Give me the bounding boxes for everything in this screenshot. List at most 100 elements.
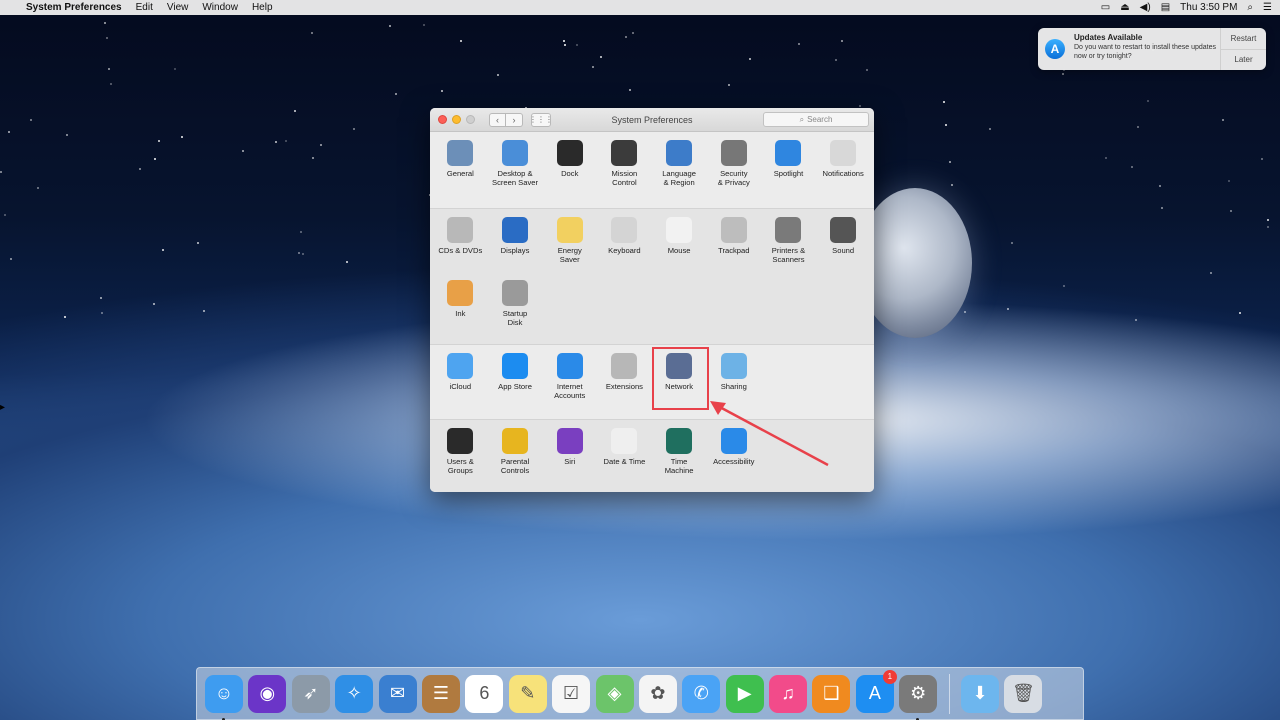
mouse-icon [666,217,693,243]
itunes-icon[interactable]: ♫ [769,674,808,713]
pane-sharing[interactable]: Sharing [706,351,761,413]
pane-desktop[interactable]: Desktop & Screen Saver [488,138,543,200]
pane-sound[interactable]: Sound [816,215,871,277]
pane-general[interactable]: General [433,138,488,200]
eject-icon[interactable]: ⏏ [1120,2,1129,13]
dock-glyph: A [868,683,881,703]
dock-glyph: ☰ [432,683,450,703]
star [106,37,108,39]
pane-notifications[interactable]: Notifications [816,138,871,200]
pane-keyboard[interactable]: Keyboard [597,215,652,277]
facetime-icon[interactable]: ▶ [725,674,764,713]
pane-displays[interactable]: Displays [488,215,543,277]
pane-app-store[interactable]: App Store [488,351,543,413]
pane-label: Startup Disk [502,308,528,327]
pane-network[interactable]: Network [652,351,707,413]
reminders-icon[interactable]: ☑ [552,674,591,713]
pane-section: iCloud App Store Internet Accounts Extensio… [430,345,874,420]
messages-icon[interactable]: ✆ [682,674,721,713]
star [600,56,602,58]
star [798,43,800,45]
calendar-icon[interactable]: 6 [465,674,504,713]
trash-icon[interactable]: 🗑 [1004,674,1043,713]
pane-language[interactable]: Language & Region [652,138,707,200]
pane-spotlight[interactable]: Spotlight [761,138,816,200]
star [592,66,594,68]
search-input[interactable]: ⌕ Search [763,112,869,127]
menu-edit[interactable]: Edit [136,2,153,13]
maps-icon[interactable]: ◈ [595,674,634,713]
star [564,44,566,46]
finder-icon[interactable]: ☺ [205,674,243,720]
launchpad-icon[interactable]: ➶ [291,674,330,713]
pane-startup-disk[interactable]: Startup Disk [488,278,543,340]
menu-app-name[interactable]: System Preferences [26,2,122,13]
pane-dock[interactable]: Dock [542,138,597,200]
later-button[interactable]: Later [1221,48,1266,71]
star [841,40,843,42]
notes-icon[interactable]: ✎ [508,674,547,713]
contacts-icon[interactable]: ☰ [421,674,460,713]
siri-icon[interactable]: ◉ [248,674,287,713]
star [964,311,966,313]
updates-notification[interactable]: A Updates Available Do you want to resta… [1038,28,1266,70]
input-source-flag-icon[interactable]: ▤ [1161,2,1170,13]
pane-energy-saver[interactable]: Energy Saver [542,215,597,277]
pane-cd[interactable]: CDs & DVDs [433,215,488,277]
back-button[interactable]: ‹ [489,112,506,127]
menu-view[interactable]: View [167,2,189,13]
pane-printer[interactable]: Printers & Scanners [761,215,816,277]
pane-siri[interactable]: Siri [542,426,597,488]
ibooks-icon[interactable]: ❑ [812,674,851,713]
safari-icon[interactable]: ✧ [335,674,374,713]
pane-label: Date & Time [603,457,646,466]
volume-icon[interactable]: ◀) [1140,2,1151,13]
notification-title: Updates Available [1074,33,1143,42]
startup-disk-icon [502,279,529,306]
pane-icloud[interactable]: iCloud [433,351,488,413]
pane-internet-accounts[interactable]: Internet Accounts [542,351,597,413]
pane-label: General [446,169,474,178]
pane-users[interactable]: Users & Groups [433,426,488,488]
pane-ink[interactable]: Ink [433,278,488,340]
star [285,140,287,142]
star [30,119,32,121]
photos-icon[interactable]: ✿ [638,674,677,713]
menu-window[interactable]: Window [202,2,238,13]
pane-extensions[interactable]: Extensions [597,351,652,413]
show-all-button[interactable]: ⋮⋮⋮ [529,112,553,127]
menu-clock[interactable]: Thu 3:50 PM [1180,2,1237,13]
spotlight-menu-icon[interactable]: ⌕ [1247,2,1253,13]
system-preferences-icon[interactable]: ⚙ [899,674,938,720]
pane-mouse[interactable]: Mouse [652,215,707,277]
menu-help[interactable]: Help [252,2,273,13]
airplay-icon[interactable]: ▭ [1101,2,1110,13]
forward-button[interactable]: › [506,112,523,127]
app-store-icon[interactable]: A1 [855,669,897,713]
desktop-icon [502,140,529,166]
extensions-icon [611,353,638,379]
security-icon [720,140,747,166]
pane-accessibility[interactable]: Accessibility [706,426,761,488]
pane-label: Displays [500,246,530,255]
pane-mission-control[interactable]: Mission Control [597,138,652,200]
downloads-folder-icon[interactable]: ⬇ [961,674,1000,713]
pane-security[interactable]: Security & Privacy [706,138,761,200]
restart-button[interactable]: Restart [1221,28,1266,49]
notification-center-icon[interactable]: ☰ [1263,2,1272,13]
minimize-button[interactable] [452,115,461,124]
pane-time-machine[interactable]: Time Machine [652,426,707,488]
pane-date-time[interactable]: Date & Time [597,426,652,488]
star [300,231,302,233]
star [1007,308,1009,310]
mail-icon[interactable]: ✉ [378,674,417,713]
pane-parental-controls[interactable]: Parental Controls [488,426,543,488]
zoom-button[interactable] [466,115,475,124]
star [1105,157,1107,159]
app-store-badge: 1 [882,669,897,684]
dock-glyph: ◉ [259,683,276,703]
pane-trackpad[interactable]: Trackpad [706,215,761,277]
close-button[interactable] [438,115,447,124]
star [989,128,991,130]
star [1011,242,1013,244]
